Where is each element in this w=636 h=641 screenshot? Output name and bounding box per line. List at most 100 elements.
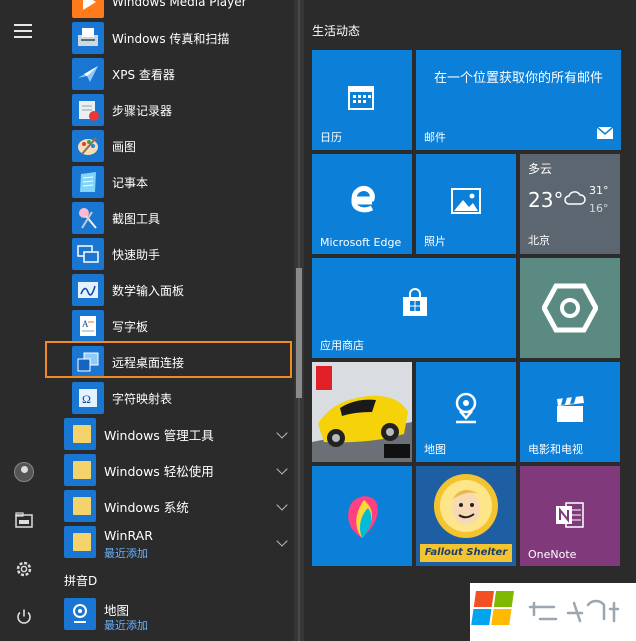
folder-label: WinRAR — [104, 528, 153, 543]
tile-label: 电影和电视 — [528, 443, 583, 456]
maps-icon — [64, 598, 96, 630]
app-label: 截图工具 — [112, 211, 161, 226]
store-tile[interactable]: 应用商店 — [312, 258, 516, 358]
cloud-icon — [564, 190, 586, 210]
start-rail — [0, 0, 48, 641]
edge-icon — [344, 182, 378, 220]
chevron-down-icon[interactable] — [276, 427, 288, 439]
tile-group-title[interactable]: 生活动态 — [312, 22, 360, 39]
store-bag-icon — [400, 288, 430, 322]
tile-area: 生活动态 日历 在一个位置获取你的所有邮件 邮件 Microsoft Edge … — [304, 0, 636, 641]
onenote-tile[interactable]: OneNote — [520, 466, 620, 566]
list-item[interactable]: 快速助手 — [48, 236, 292, 272]
tile-label: 地图 — [424, 443, 446, 456]
list-item[interactable]: 步骤记录器 — [48, 92, 292, 128]
folder-item[interactable]: WinRAR 最近添加 — [48, 524, 292, 560]
maps-tile[interactable]: 地图 — [416, 362, 516, 462]
folder-icon — [64, 490, 96, 522]
edge-tile[interactable]: Microsoft Edge — [312, 154, 412, 254]
chevron-down-icon[interactable] — [276, 535, 288, 547]
folder-item[interactable]: Windows 轻松使用 — [48, 452, 292, 488]
folder-label: Windows 管理工具 — [104, 427, 214, 443]
tile-label: 应用商店 — [320, 339, 364, 352]
media-player-icon — [72, 0, 104, 18]
svg-text:Ω: Ω — [82, 392, 91, 406]
movies-tile[interactable]: 电影和电视 — [520, 362, 620, 462]
tile-label: OneNote — [528, 548, 577, 561]
app-label: XPS 查看器 — [112, 67, 175, 82]
app-label: Windows 传真和扫描 — [112, 31, 230, 46]
map-pin-icon — [452, 392, 480, 428]
app-label: 记事本 — [112, 175, 149, 190]
onenote-icon — [554, 500, 586, 534]
paint-icon — [72, 130, 104, 162]
folder-item[interactable]: Windows 管理工具 — [48, 416, 292, 452]
file-explorer-icon[interactable] — [12, 508, 36, 532]
user-icon[interactable] — [12, 460, 36, 484]
fax-scan-icon — [72, 22, 104, 54]
app-label: Windows Media Player — [112, 0, 247, 9]
letter-header[interactable]: 拼音D — [64, 572, 97, 589]
recently-added-badge: 最近添加 — [104, 619, 148, 632]
app-label: 写字板 — [112, 319, 149, 334]
racing-game-tile[interactable] — [312, 362, 412, 462]
power-icon[interactable] — [12, 605, 36, 629]
weather-tile[interactable]: 多云 23° 31° 16° 北京 — [520, 154, 620, 254]
folder-item[interactable]: Windows 系统 — [48, 488, 292, 524]
chevron-down-icon[interactable] — [276, 463, 288, 475]
list-item[interactable]: Ω 字符映射表 — [48, 380, 292, 416]
list-item[interactable]: 画图 — [48, 128, 292, 164]
scrollbar-thumb[interactable] — [296, 268, 302, 398]
calendar-icon — [346, 82, 376, 116]
weather-temperature: 23° — [528, 188, 564, 212]
paint-3d-tile[interactable] — [312, 466, 412, 566]
list-item[interactable]: A 写字板 — [48, 308, 292, 344]
list-item[interactable]: Windows 传真和扫描 — [48, 20, 292, 56]
folder-label: Windows 系统 — [104, 499, 189, 515]
app-label: 字符映射表 — [112, 391, 173, 406]
calendar-tile[interactable]: 日历 — [312, 50, 412, 150]
mail-tile[interactable]: 在一个位置获取你的所有邮件 邮件 — [416, 50, 621, 150]
list-item[interactable]: XPS 查看器 — [48, 56, 292, 92]
weather-condition: 多云 — [528, 162, 553, 176]
list-item[interactable]: 截图工具 — [48, 200, 292, 236]
pdf-app-tile[interactable] — [520, 258, 620, 358]
weather-low: 16° — [589, 202, 609, 215]
weather-city: 北京 — [528, 234, 550, 247]
fallout-shelter-tile[interactable]: Fallout Shelter — [416, 466, 516, 566]
paint-drop-icon — [344, 490, 380, 544]
chevron-down-icon[interactable] — [276, 499, 288, 511]
highlight-frame — [45, 341, 292, 378]
racing-car-icon — [312, 362, 412, 462]
system-watermark-logo — [470, 583, 636, 641]
folder-label: Windows 轻松使用 — [104, 463, 214, 479]
list-item[interactable]: 地图 最近添加 — [48, 596, 292, 632]
tile-label: 日历 — [320, 131, 342, 144]
app-list: Windows Media Player Windows 传真和扫描 XPS 查… — [48, 0, 292, 641]
list-item[interactable]: Windows Media Player — [48, 0, 292, 20]
mail-promo-text: 在一个位置获取你的所有邮件 — [433, 71, 603, 86]
app-label: 快速助手 — [112, 247, 161, 262]
scrollbar[interactable] — [294, 0, 304, 641]
app-label: 数学输入面板 — [112, 283, 185, 298]
folder-icon — [64, 418, 96, 450]
xps-viewer-icon — [72, 58, 104, 90]
clapperboard-icon — [554, 394, 586, 428]
folder-icon — [64, 454, 96, 486]
hamburger-icon[interactable] — [14, 24, 32, 38]
photos-icon — [450, 186, 482, 220]
tile-label: Microsoft Edge — [320, 236, 402, 249]
recently-added-badge: 最近添加 — [104, 547, 148, 560]
vault-boy-icon — [432, 472, 500, 542]
tile-label: 邮件 — [424, 131, 446, 144]
weather-high: 31° — [589, 184, 609, 197]
wordpad-icon: A — [72, 310, 104, 342]
app-label: 步骤记录器 — [112, 103, 173, 118]
list-item[interactable]: 数学输入面板 — [48, 272, 292, 308]
character-map-icon: Ω — [72, 382, 104, 414]
photos-tile[interactable]: 照片 — [416, 154, 516, 254]
folder-icon — [64, 526, 96, 558]
list-item[interactable]: 记事本 — [48, 164, 292, 200]
gear-icon[interactable] — [12, 557, 36, 581]
app-label: 画图 — [112, 139, 137, 154]
